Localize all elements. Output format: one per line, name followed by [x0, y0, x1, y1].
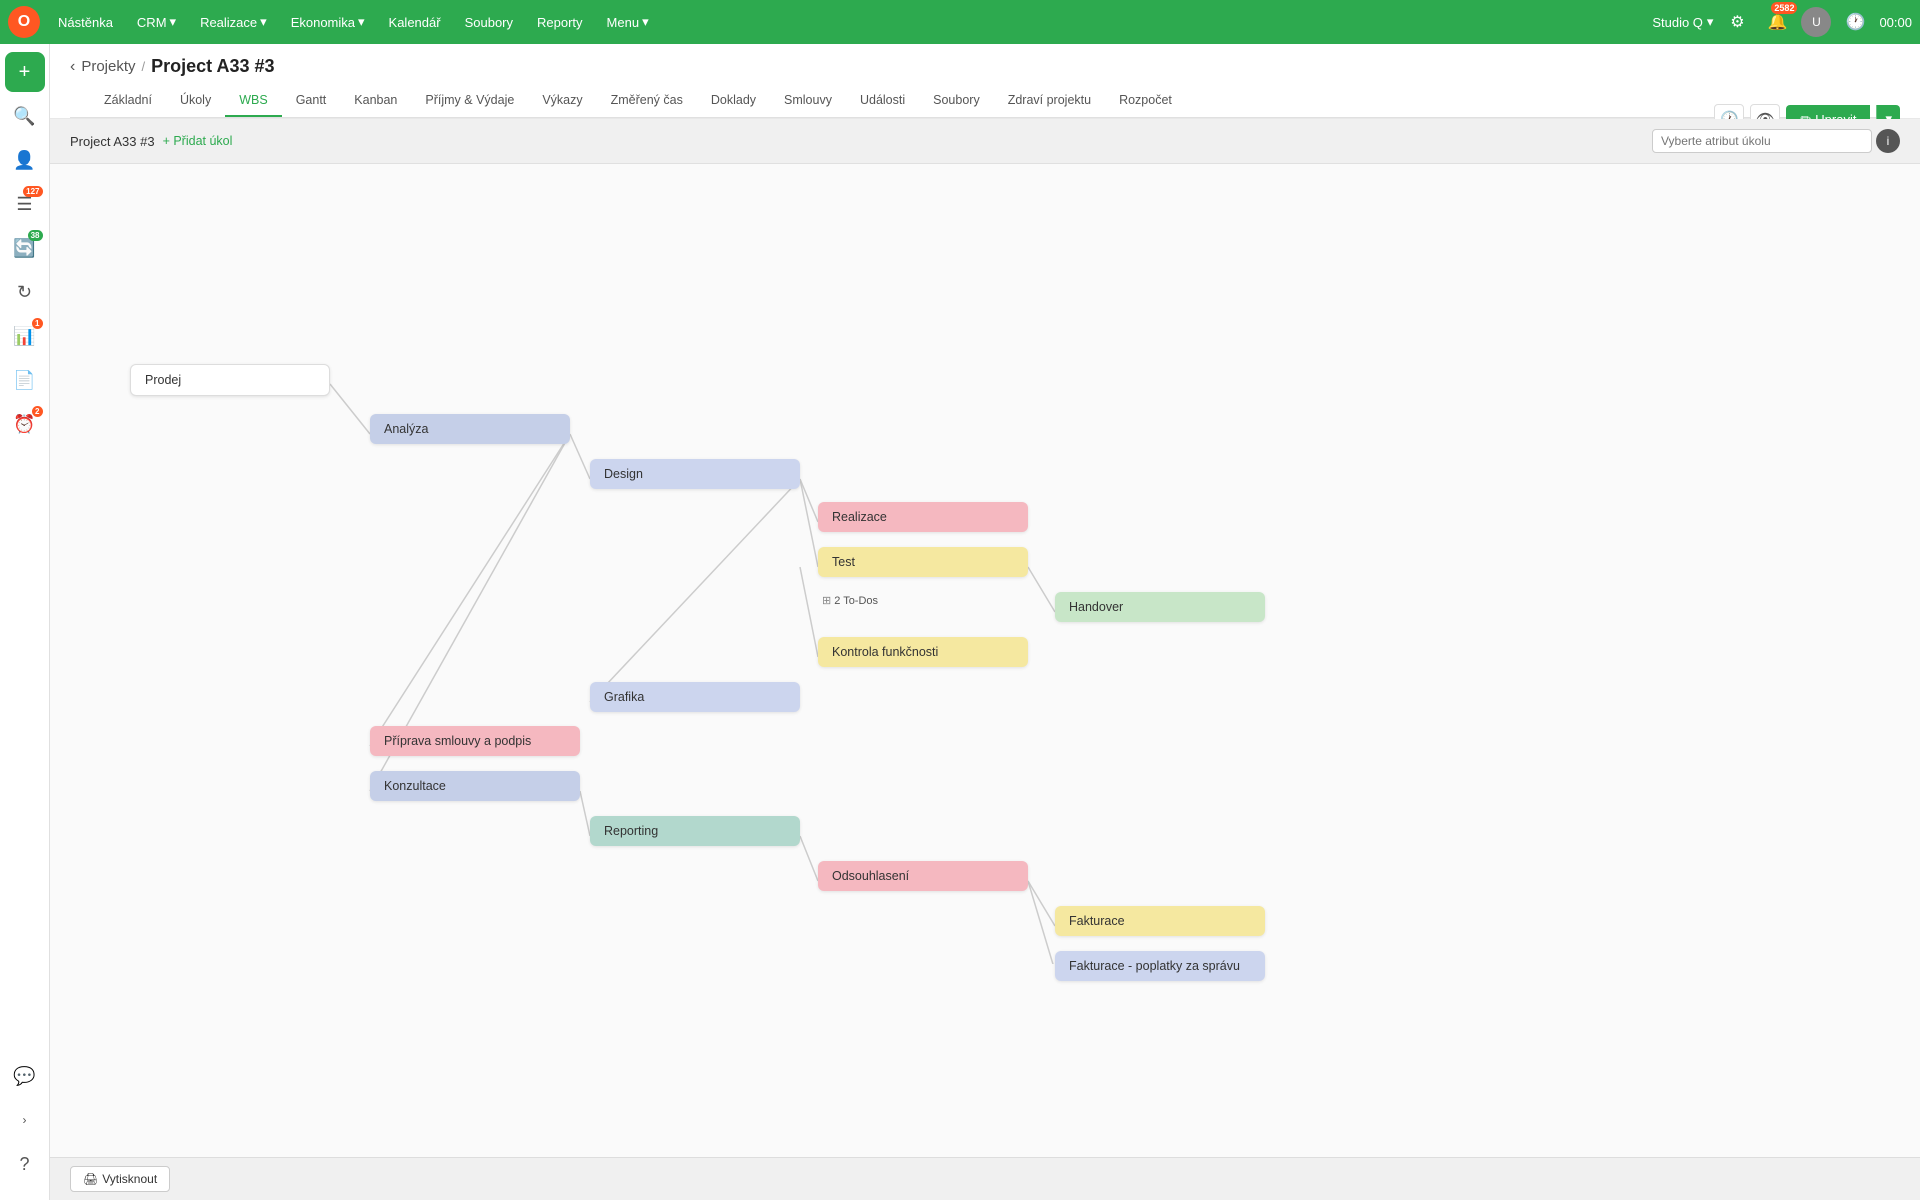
tab-vykazy[interactable]: Výkazy — [528, 85, 596, 117]
tab-smlouvy[interactable]: Smlouvy — [770, 85, 846, 117]
tab-prijmy-vydaje[interactable]: Příjmy & Výdaje — [411, 85, 528, 117]
nav-crm[interactable]: CRM ▾ — [127, 8, 186, 36]
nav-menu[interactable]: Menu ▾ — [597, 8, 659, 36]
breadcrumb-current: Project A33 #3 — [151, 56, 274, 77]
sidebar-docs-btn[interactable]: 📄 — [5, 360, 45, 400]
sidebar-chat-btn[interactable]: 💬 — [5, 1056, 45, 1096]
nav-nastenkа[interactable]: Nástěnka — [48, 9, 123, 36]
wbs-node-handover[interactable]: Handover — [1055, 592, 1265, 622]
wbs-node-fakturace2[interactable]: Fakturace - poplatky za správu — [1055, 951, 1265, 981]
wbs-node-prodej[interactable]: Prodej — [130, 364, 330, 396]
tab-gantt[interactable]: Gantt — [282, 85, 341, 117]
attr-select: i — [1652, 129, 1900, 153]
tab-ukoly[interactable]: Úkoly — [166, 85, 225, 117]
wbs-node-priprava[interactable]: Příprava smlouvy a podpis — [370, 726, 580, 756]
tab-zakladni[interactable]: Základní — [90, 85, 166, 117]
nav-reporty[interactable]: Reporty — [527, 9, 593, 36]
tab-zmereny-cas[interactable]: Změřený čas — [597, 85, 697, 117]
wbs-header: Project A33 #3 + Přidat úkol i — [50, 119, 1920, 164]
add-task-button[interactable]: + Přidat úkol — [163, 134, 233, 148]
tab-kanban[interactable]: Kanban — [340, 85, 411, 117]
wbs-node-design[interactable]: Design — [590, 459, 800, 489]
time-display: 00:00 — [1879, 15, 1912, 30]
wbs-project-name: Project A33 #3 — [70, 134, 155, 149]
tab-udalosti[interactable]: Události — [846, 85, 919, 117]
print-button[interactable]: 🖨 Vytisknout — [70, 1166, 170, 1192]
sidebar-contacts-btn[interactable]: 👤 — [5, 140, 45, 180]
notifications-icon[interactable]: 🔔 2582 — [1761, 6, 1793, 38]
sidebar-bottom: 💬 › ? — [5, 1056, 45, 1192]
sidebar-tasks-btn[interactable]: ☰ 127 — [5, 184, 45, 224]
notification-badge: 2582 — [1771, 2, 1797, 14]
sidebar-collapse-btn[interactable]: › — [5, 1100, 45, 1140]
tab-doklady[interactable]: Doklady — [697, 85, 770, 117]
tasks-badge: 127 — [23, 186, 42, 197]
breadcrumb: ‹ Projekty / Project A33 #3 — [70, 56, 1900, 77]
avatar[interactable]: U — [1801, 7, 1831, 37]
wbs-node-odsouhlaseni[interactable]: Odsouhlasení — [818, 861, 1028, 891]
tab-wbs[interactable]: WBS — [225, 85, 281, 117]
sidebar-sync-btn[interactable]: ↻ — [5, 272, 45, 312]
sidebar-search-btn[interactable]: 🔍 — [5, 96, 45, 136]
clock-icon[interactable]: 🕐 — [1839, 6, 1871, 38]
nav-kalendar[interactable]: Kalendář — [379, 9, 451, 36]
info-icon[interactable]: i — [1876, 129, 1900, 153]
projects-badge: 38 — [28, 230, 43, 241]
print-bar: 🖨 Vytisknout — [50, 1157, 1920, 1200]
top-nav: O Nástěnka CRM ▾ Realizace ▾ Ekonomika ▾… — [0, 0, 1920, 44]
attr-input[interactable] — [1652, 129, 1872, 153]
tab-zdravi-projektu[interactable]: Zdraví projektu — [994, 85, 1105, 117]
sidebar-help-btn[interactable]: ? — [5, 1144, 45, 1184]
logo[interactable]: O — [8, 6, 40, 38]
wbs-node-konzultace[interactable]: Konzultace — [370, 771, 580, 801]
left-sidebar: + 🔍 👤 ☰ 127 🔄 38 ↻ 📊 1 📄 ⏰ 2 💬 › ? — [0, 44, 50, 1200]
sidebar-reports-btn[interactable]: 📊 1 — [5, 316, 45, 356]
sidebar-add-btn[interactable]: + — [5, 52, 45, 92]
wbs-node-kontrola[interactable]: Kontrola funkčnosti — [818, 637, 1028, 667]
main-content: ‹ Projekty / Project A33 #3 🕐 👁 ✏ Upravi… — [50, 44, 1920, 1200]
wbs-node-realizace[interactable]: Realizace — [818, 502, 1028, 532]
top-right-actions: Studio Q ▾ ⚙ 🔔 2582 U 🕐 00:00 — [1652, 6, 1912, 38]
wbs-node-grafika[interactable]: Grafika — [590, 682, 800, 712]
wbs-node-fakturace[interactable]: Fakturace — [1055, 906, 1265, 936]
reports-badge: 1 — [32, 318, 42, 329]
wbs-canvas: Prodej Analýza Design Realizace Test ⊞ 2… — [50, 164, 1920, 964]
wbs-node-reporting[interactable]: Reporting — [590, 816, 800, 846]
studio-q-selector[interactable]: Studio Q ▾ — [1652, 14, 1713, 30]
breadcrumb-bar: ‹ Projekty / Project A33 #3 🕐 👁 ✏ Upravi… — [50, 44, 1920, 119]
tab-rozpocet[interactable]: Rozpočet — [1105, 85, 1186, 117]
tabs-bar: Základní Úkoly WBS Gantt Kanban Příjmy &… — [70, 85, 1900, 118]
breadcrumb-separator: / — [142, 59, 146, 74]
back-button[interactable]: ‹ — [70, 58, 75, 76]
tab-soubory[interactable]: Soubory — [919, 85, 994, 117]
settings-icon[interactable]: ⚙ — [1721, 6, 1753, 38]
breadcrumb-parent[interactable]: Projekty — [81, 58, 135, 75]
nav-soubory[interactable]: Soubory — [455, 9, 523, 36]
nav-realizace[interactable]: Realizace ▾ — [190, 8, 277, 36]
wbs-node-test[interactable]: Test — [818, 547, 1028, 577]
nav-ekonomika[interactable]: Ekonomika ▾ — [281, 8, 375, 36]
wbs-node-analyza[interactable]: Analýza — [370, 414, 570, 444]
wbs-area: Project A33 #3 + Přidat úkol i — [50, 119, 1920, 1200]
sidebar-projects-btn[interactable]: 🔄 38 — [5, 228, 45, 268]
todo-label: ⊞ 2 To-Dos — [822, 594, 878, 607]
sidebar-time-btn[interactable]: ⏰ 2 — [5, 404, 45, 444]
time-badge: 2 — [32, 406, 42, 417]
